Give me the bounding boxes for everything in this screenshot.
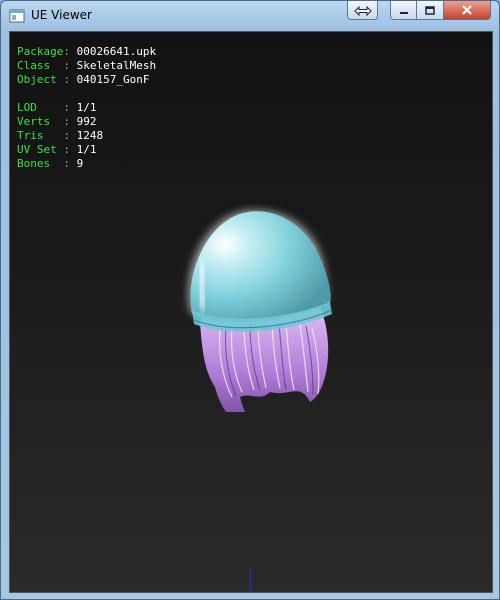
info-uvset: UV Set : 1/1 [17,143,97,156]
swap-button[interactable] [347,1,378,20]
close-button[interactable] [444,1,491,20]
title-bar[interactable]: UE Viewer [1,1,499,31]
minimize-button[interactable] [390,1,417,20]
swap-arrows-icon [353,1,372,20]
3d-viewport[interactable]: Package: 00026641.upk Class : SkeletalMe… [9,31,493,593]
ue-viewer-window: UE Viewer Package: 00026641.upk Class: … [0,0,500,600]
app-window-icon [9,8,25,24]
info-class: Class : SkeletalMesh [17,59,157,72]
hair-mesh-model[interactable] [170,202,340,434]
minimize-icon [398,1,410,20]
maximize-icon [424,1,436,20]
mesh-info-panel: Package: 00026641.upk Class : SkeletalMe… [17,45,156,171]
info-lod: LOD : 1/1 [17,101,97,114]
info-bones: Bones : 9 [17,157,84,170]
maximize-button[interactable] [417,1,444,20]
window-title: UE Viewer [31,8,92,22]
close-icon [461,1,473,20]
info-tris: Tris : 1248 [17,129,104,142]
info-package: Package: 00026641.upk [17,45,157,58]
info-verts: Verts : 992 [17,115,97,128]
z-axis-indicator [250,568,251,592]
info-object: Object : 040157_GonF [17,73,150,86]
